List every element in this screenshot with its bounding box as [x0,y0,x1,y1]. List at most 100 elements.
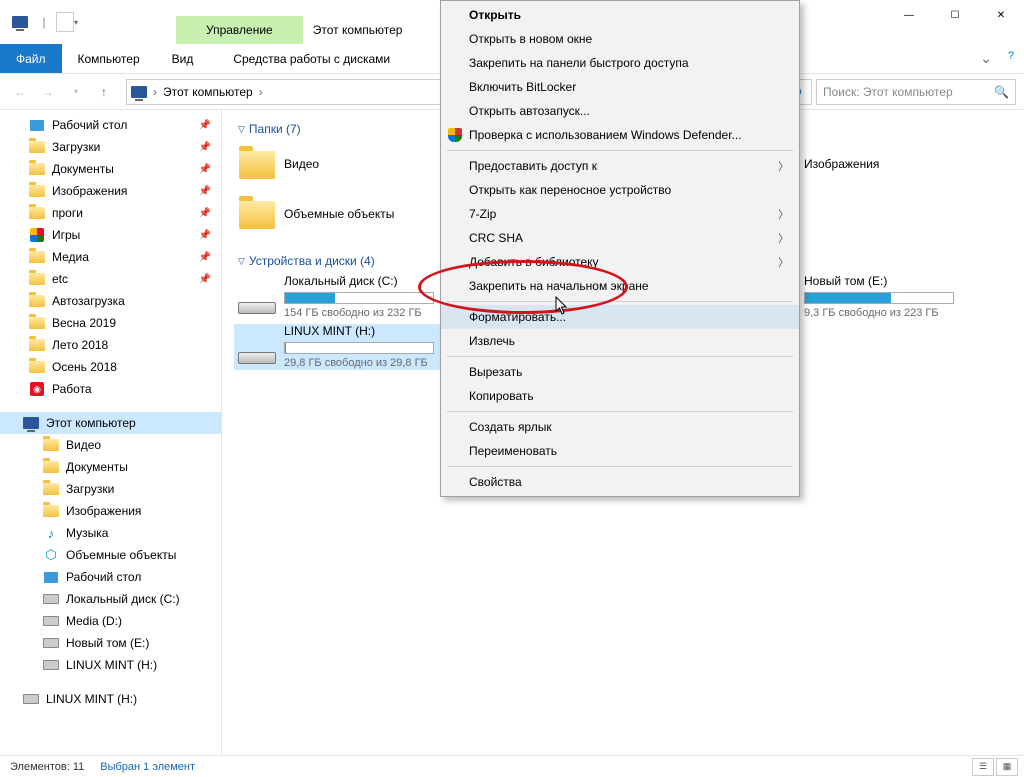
nav-history-dropdown[interactable]: ▾ [64,80,88,104]
system-menu-icon[interactable] [8,9,32,35]
sidebar-pc-item[interactable]: Документы [0,456,221,478]
sidebar-pc-item[interactable]: Загрузки [0,478,221,500]
drive-icon [236,276,278,318]
sidebar-quick-item[interactable]: Весна 2019 [0,312,221,334]
sidebar-label: Весна 2019 [52,316,116,330]
sidebar-quick-item[interactable]: ◉Работа [0,378,221,400]
sidebar-pc-item[interactable]: ♪Музыка [0,522,221,544]
search-icon: 🔍 [994,85,1009,99]
help-icon[interactable]: ? [1008,50,1014,67]
menu-item[interactable]: Свойства [441,470,799,494]
collapse-icon[interactable]: ▽ [238,124,245,135]
maximize-button[interactable]: ☐ [932,0,978,30]
menu-item[interactable]: Копировать [441,384,799,408]
sidebar-quick-item[interactable]: Изображения📌 [0,180,221,202]
sidebar-pc-item[interactable]: Изображения [0,500,221,522]
sidebar-quick-item[interactable]: Осень 2018 [0,356,221,378]
search-input[interactable]: Поиск: Этот компьютер 🔍 [816,79,1016,105]
sidebar-quick-item[interactable]: проги📌 [0,202,221,224]
close-button[interactable]: ✕ [978,0,1024,30]
sidebar-pc-item[interactable]: LINUX MINT (H:) [0,654,221,676]
chevron-right-icon[interactable]: › [257,85,265,99]
view-tiles-button[interactable]: ▦ [996,758,1018,776]
view-details-button[interactable]: ☰ [972,758,994,776]
folder-item[interactable]: Видео [234,142,474,188]
sidebar-label: Media (D:) [66,614,122,628]
chevron-right-icon[interactable]: › [151,85,159,99]
sidebar-label: Локальный диск (C:) [66,592,180,606]
menu-item[interactable]: Вырезать [441,360,799,384]
sidebar-quick-item[interactable]: Документы📌 [0,158,221,180]
item-icon [42,503,60,519]
tab-view[interactable]: Вид [156,44,210,73]
menu-item[interactable]: Проверка с использованием Windows Defend… [441,123,799,147]
address-segment[interactable]: Этот компьютер [159,85,257,99]
menu-item[interactable]: Открыть в новом окне [441,27,799,51]
pin-icon: 📌 [199,142,211,153]
folder-icon [28,315,46,331]
sidebar-quick-item[interactable]: Лето 2018 [0,334,221,356]
folder-icon [28,227,46,243]
menu-item[interactable]: Предоставить доступ к〉 [441,154,799,178]
sidebar-pc-item[interactable]: Рабочий стол [0,566,221,588]
menu-item[interactable]: Закрепить на начальном экране [441,274,799,298]
quick-access-toolbar: | ▾ [0,0,86,44]
pin-icon: 📌 [199,120,211,131]
folder-icon [28,205,46,221]
menu-item-label: Вырезать [469,365,522,379]
nav-back-button[interactable]: ← [8,80,32,104]
sidebar-quick-item[interactable]: Игры📌 [0,224,221,246]
menu-item[interactable]: Переименовать [441,439,799,463]
menu-item[interactable]: Открыть как переносное устройство [441,178,799,202]
sidebar-pc-item[interactable]: ⬡Объемные объекты [0,544,221,566]
sidebar-pc-item[interactable]: Новый том (E:) [0,632,221,654]
menu-item[interactable]: CRC SHA〉 [441,226,799,250]
qat-properties-icon[interactable] [56,12,74,32]
drive-usage-bar [804,292,954,304]
sidebar-quick-item[interactable]: Медиа📌 [0,246,221,268]
sidebar-quick-item[interactable]: etc📌 [0,268,221,290]
tab-drive-tools[interactable]: Средства работы с дисками [209,44,414,73]
drive-item[interactable]: Локальный диск (C:)154 ГБ свободно из 23… [234,274,474,320]
menu-item-label: Извлечь [469,334,515,348]
sidebar-pc-item[interactable]: Локальный диск (C:) [0,588,221,610]
ribbon-contextual-tab[interactable]: Управление [176,16,303,44]
sidebar-label: Документы [66,460,128,474]
menu-item[interactable]: Извлечь [441,329,799,353]
collapse-icon[interactable]: ▽ [238,256,245,267]
menu-item[interactable]: Добавить в библиотеку〉 [441,250,799,274]
menu-item-label: Закрепить на начальном экране [469,279,649,293]
sidebar-drive-item[interactable]: LINUX MINT (H:) [0,688,221,710]
menu-item[interactable]: Открыть автозапуск... [441,99,799,123]
sidebar-quick-item[interactable]: Рабочий стол📌 [0,114,221,136]
nav-forward-button[interactable]: → [36,80,60,104]
sidebar: Рабочий стол📌Загрузки📌Документы📌Изображе… [0,110,222,757]
sidebar-quick-item[interactable]: Загрузки📌 [0,136,221,158]
menu-item[interactable]: Закрепить на панели быстрого доступа [441,51,799,75]
item-icon [42,635,60,651]
drive-usage-bar [284,342,434,354]
minimize-button[interactable]: — [886,0,932,30]
tab-file[interactable]: Файл [0,44,62,73]
menu-separator [447,150,793,151]
ribbon-expand-icon[interactable]: ⌄ [980,50,992,67]
nav-up-button[interactable]: ↑ [92,80,116,104]
menu-item[interactable]: 7-Zip〉 [441,202,799,226]
menu-item[interactable]: Открыть [441,3,799,27]
sidebar-label: Изображения [52,184,127,198]
qat-dropdown-icon[interactable]: ▾ [74,18,86,27]
menu-item[interactable]: Создать ярлык [441,415,799,439]
sidebar-this-pc[interactable]: Этот компьютер [0,412,221,434]
sidebar-pc-item[interactable]: Видео [0,434,221,456]
menu-item[interactable]: Включить BitLocker [441,75,799,99]
menu-item[interactable]: Форматировать... [441,305,799,329]
folder-icon [28,161,46,177]
sidebar-label: проги [52,206,83,220]
tab-computer[interactable]: Компьютер [62,44,156,73]
drive-item[interactable]: LINUX MINT (H:)29,8 ГБ свободно из 29,8 … [234,324,474,370]
folder-item[interactable]: Объемные объекты [234,192,474,238]
shield-icon [447,127,463,143]
item-label: Изображения [804,157,879,173]
sidebar-pc-item[interactable]: Media (D:) [0,610,221,632]
sidebar-quick-item[interactable]: Автозагрузка [0,290,221,312]
